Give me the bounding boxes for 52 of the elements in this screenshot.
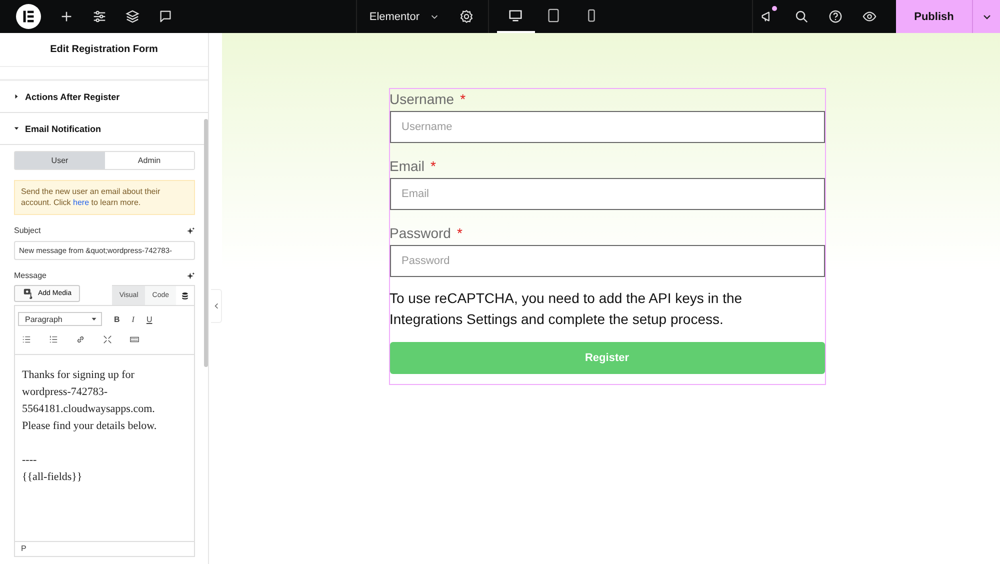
info-notice: Send the new user an email about their account. Click here to learn more. xyxy=(14,180,195,216)
message-text-line: Please find your details below. xyxy=(22,419,158,434)
link-icon[interactable] xyxy=(76,334,85,344)
comment-icon[interactable] xyxy=(158,9,173,24)
caret-icon xyxy=(14,126,19,131)
subject-label: Subject xyxy=(14,226,41,236)
input-field[interactable]: Username xyxy=(390,111,824,143)
preview-eye-icon[interactable] xyxy=(862,9,877,24)
media-icon xyxy=(23,288,34,300)
desktop-icon xyxy=(508,8,523,23)
recipient-tab[interactable]: User xyxy=(15,152,104,169)
panel-title: Edit Registration Form xyxy=(0,33,208,67)
message-label: Message xyxy=(14,271,46,280)
message-text-line: ---- xyxy=(22,453,38,468)
recaptcha-note: To use reCAPTCHA, you need to add the API keys in the Integrations Settings and complete the setup process. xyxy=(390,289,744,329)
publish-button[interactable]: Publish xyxy=(896,0,972,33)
underline-button[interactable]: U xyxy=(146,314,152,324)
field-label: Email * xyxy=(390,157,437,176)
field-label: Username * xyxy=(390,90,467,109)
fullscreen-icon[interactable] xyxy=(103,334,112,344)
message-text-line: {{all-fields}} xyxy=(22,470,84,486)
help-icon[interactable] xyxy=(828,9,843,24)
element-path: P xyxy=(15,541,194,556)
scrollbar[interactable] xyxy=(204,119,208,367)
message-text-line: wordpress-742783- xyxy=(22,385,109,400)
italic-button[interactable]: I xyxy=(132,314,134,324)
ai-sparkle-icon[interactable] xyxy=(187,226,195,235)
chevron-left-icon xyxy=(214,302,218,310)
ai-sparkle-icon[interactable] xyxy=(187,272,195,280)
database-icon[interactable] xyxy=(181,292,189,300)
add-icon[interactable] xyxy=(59,9,74,24)
message-text-line: Thanks for signing up for xyxy=(22,368,136,384)
logo-icon[interactable] xyxy=(16,4,41,29)
dropdown-arrow-icon xyxy=(91,316,97,322)
caret-icon xyxy=(14,94,19,99)
tablet-icon xyxy=(546,8,561,23)
input-field[interactable]: Password xyxy=(390,245,824,277)
message-text-line: 5564181.cloudwaysapps.com. xyxy=(22,402,156,418)
search-icon[interactable] xyxy=(794,9,809,24)
field-label: Password * xyxy=(390,224,464,243)
message-editor[interactable]: Paragraph B I U Thanks for signing up for wordpress-742783- 5564181.cloudwaysapps.com. Please find your details below. ---- {{all-fields}} P xyxy=(14,305,195,558)
format-select[interactable]: Paragraph xyxy=(18,312,102,326)
bold-button[interactable]: B xyxy=(114,314,120,324)
learn-more-link[interactable]: here xyxy=(73,198,90,208)
sliders-icon[interactable] xyxy=(92,9,107,24)
input-field[interactable]: Email xyxy=(390,178,824,210)
layers-icon[interactable] xyxy=(125,9,140,24)
keyboard-icon[interactable] xyxy=(130,334,139,344)
bullet-list-icon[interactable] xyxy=(22,334,31,344)
settings-icon[interactable] xyxy=(458,9,474,24)
numbered-list-icon[interactable] xyxy=(49,334,58,344)
site-menu-button[interactable]: Elementor xyxy=(369,10,438,22)
